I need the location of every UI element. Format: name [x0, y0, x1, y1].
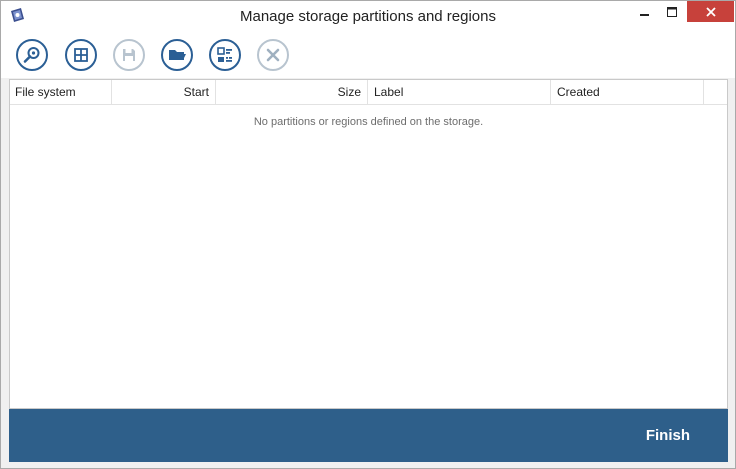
- column-header-file-system[interactable]: File system: [10, 80, 112, 104]
- magnifier-icon: [23, 47, 40, 63]
- column-header-size[interactable]: Size: [216, 80, 368, 104]
- close-button[interactable]: [687, 1, 734, 22]
- list-header: File system Start Size Label Created: [10, 80, 727, 105]
- toolbar: [1, 32, 735, 78]
- column-header-start[interactable]: Start: [112, 80, 216, 104]
- close-icon: [705, 6, 716, 17]
- minimize-icon: [640, 13, 649, 16]
- column-header-label[interactable]: Label: [368, 80, 551, 104]
- minimize-button[interactable]: [632, 1, 658, 22]
- x-icon: [266, 48, 280, 62]
- list-layout-icon: [217, 47, 232, 62]
- folder-open-icon: [169, 50, 186, 60]
- maximize-button[interactable]: [659, 1, 685, 22]
- column-header-created[interactable]: Created: [551, 80, 704, 104]
- grid-icon: [74, 48, 88, 62]
- empty-list-message: No partitions or regions defined on the …: [253, 116, 484, 128]
- footer-bar: Finish: [9, 409, 728, 462]
- delete-button[interactable]: [257, 39, 289, 71]
- partitions-list[interactable]: File system Start Size Label Created No …: [9, 79, 728, 409]
- column-header-filler: [704, 80, 727, 104]
- dialog-window: Manage storage partitions and regions Fi…: [0, 0, 736, 469]
- floppy-disk-icon: [123, 49, 135, 61]
- list-view-button[interactable]: [209, 39, 241, 71]
- add-region-button[interactable]: [65, 39, 97, 71]
- finish-button[interactable]: Finish: [646, 409, 690, 462]
- window-title: Manage storage partitions and regions: [240, 8, 496, 25]
- scan-button[interactable]: [16, 39, 48, 71]
- title-bar: Manage storage partitions and regions: [1, 1, 735, 32]
- save-button[interactable]: [113, 39, 145, 71]
- maximize-icon: [667, 6, 677, 17]
- open-button[interactable]: [161, 39, 193, 71]
